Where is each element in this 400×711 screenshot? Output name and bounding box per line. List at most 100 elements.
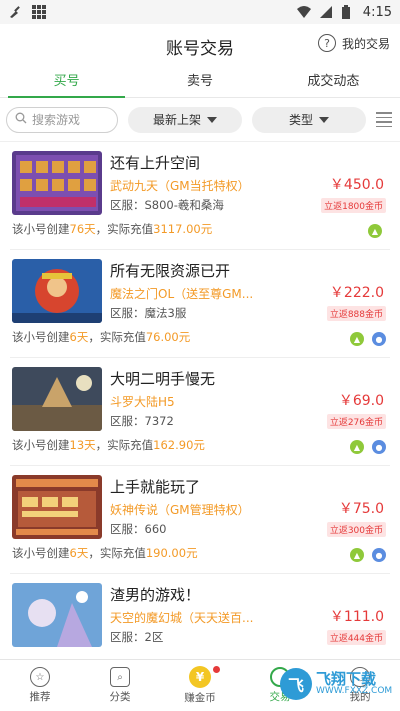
info-mid: ，实际充值 bbox=[95, 438, 154, 452]
rebate-badge: 立返300金币 bbox=[326, 522, 386, 537]
recharge-amount: 76.00元 bbox=[145, 330, 191, 344]
created-days: 6天 bbox=[69, 546, 89, 560]
game-thumbnail bbox=[12, 475, 102, 539]
listing-title: 所有无限资源已开 bbox=[110, 262, 231, 280]
price: ￥111.0 bbox=[329, 609, 384, 625]
battery-icon bbox=[341, 5, 355, 19]
star-icon: ☆ bbox=[30, 667, 50, 687]
game-thumbnail bbox=[12, 583, 102, 647]
type-dropdown[interactable]: 类型 bbox=[252, 106, 366, 133]
platform-icons: ▲ ● bbox=[350, 548, 386, 562]
nav-earn-coins[interactable]: ¥ 赚金币 bbox=[160, 660, 240, 711]
watermark-text: 飞翔下载 bbox=[316, 669, 377, 688]
signal-icon bbox=[319, 5, 333, 19]
listing-title: 渣男的游戏！ bbox=[110, 586, 201, 604]
info-prefix: 该小号创建 bbox=[12, 438, 70, 452]
tab-buy[interactable]: 买号 bbox=[0, 68, 133, 98]
platform-icons: ▲ ● bbox=[350, 332, 386, 346]
nav-recommend[interactable]: ☆ 推荐 bbox=[0, 660, 80, 711]
listing-title: 上手就能玩了 bbox=[110, 478, 201, 496]
android-icon: ▲ bbox=[350, 440, 364, 454]
game-name: 斗罗大陆H5 bbox=[110, 395, 175, 409]
nav-label: 分类 bbox=[109, 691, 131, 703]
listing-title: 大明二明手慢无 bbox=[110, 370, 216, 388]
platform-icons: ▲ bbox=[368, 224, 382, 238]
info-mid: ，实际充值 bbox=[95, 222, 154, 236]
chevron-down-icon bbox=[207, 116, 217, 123]
created-days: 76天 bbox=[69, 222, 96, 236]
watermark-logo: 飞 飞翔下载 WWW.FXXZ.COM bbox=[280, 667, 394, 701]
bottom-nav: ☆ 推荐 ⌕ 分类 ¥ 赚金币 交易 ◡ 我的 飞 飞翔下载 WWW.FXXZ.… bbox=[0, 659, 400, 711]
list-item[interactable]: 还有上升空间 武动九天（GM当托特权） 区服：S800-羲和桑海 ￥450.0 … bbox=[10, 142, 390, 250]
coin-icon: ¥ bbox=[189, 666, 211, 688]
status-bar: 4:15 bbox=[0, 0, 400, 24]
created-days: 13天 bbox=[69, 438, 96, 452]
status-time: 4:15 bbox=[362, 4, 392, 20]
game-name: 妖神传说（GM管理特权） bbox=[110, 503, 250, 517]
price: ￥450.0 bbox=[329, 177, 384, 193]
game-name: 魔法之门OL（送至尊GM... bbox=[110, 287, 254, 301]
list-item[interactable]: 上手就能玩了 妖神传说（GM管理特权） 区服：660 ￥75.0 立返300金币… bbox=[10, 466, 390, 574]
server-label: 区服：2区 bbox=[110, 630, 164, 644]
tab-deals[interactable]: 成交动态 bbox=[267, 68, 400, 97]
apple-icon: ● bbox=[372, 332, 386, 346]
server-label: 区服：660 bbox=[110, 522, 167, 536]
info-prefix: 该小号创建 bbox=[12, 222, 70, 236]
info-mid: ，实际充值 bbox=[88, 330, 146, 344]
help-icon: ? bbox=[317, 34, 336, 52]
account-list: 还有上升空间 武动九天（GM当托特权） 区服：S800-羲和桑海 ￥450.0 … bbox=[0, 142, 400, 682]
game-name: 天空的魔幻城（天天送百... bbox=[110, 611, 254, 625]
info-mid: ，实际充值 bbox=[88, 546, 146, 560]
filter-bar: 搜索游戏 最新上架 类型 bbox=[0, 98, 400, 142]
rebate-badge: 立返444金币 bbox=[326, 630, 386, 645]
grid-icon bbox=[32, 5, 46, 19]
price: ￥69.0 bbox=[338, 393, 384, 409]
account-info: 该小号创建6天，实际充值190.00元 bbox=[12, 545, 198, 561]
list-item[interactable]: 所有无限资源已开 魔法之门OL（送至尊GM... 区服：魔法3服 ￥222.0 … bbox=[10, 250, 390, 358]
apple-icon: ● bbox=[372, 440, 386, 454]
nav-label: 推荐 bbox=[29, 691, 51, 703]
account-info: 该小号创建13天，实际充值162.90元 bbox=[12, 437, 205, 453]
android-icon: ▲ bbox=[350, 332, 364, 346]
search-icon bbox=[15, 112, 27, 127]
recharge-amount: 190.00元 bbox=[145, 546, 198, 560]
my-trade-label: 我的交易 bbox=[341, 36, 390, 51]
platform-icons: ▲ ● bbox=[350, 440, 386, 454]
info-prefix: 该小号创建 bbox=[12, 330, 70, 344]
cleaner-icon bbox=[8, 5, 22, 19]
sort-dropdown[interactable]: 最新上架 bbox=[128, 106, 242, 133]
game-thumbnail bbox=[12, 259, 102, 323]
account-info: 该小号创建6天，实际充值76.00元 bbox=[12, 329, 190, 345]
server-label: 区服：7372 bbox=[110, 414, 174, 428]
android-icon: ▲ bbox=[350, 548, 364, 562]
game-thumbnail bbox=[12, 151, 102, 215]
chevron-down-icon bbox=[319, 116, 329, 123]
search-placeholder: 搜索游戏 bbox=[32, 113, 81, 127]
game-name: 武动九天（GM当托特权） bbox=[110, 179, 250, 193]
tab-sell[interactable]: 卖号 bbox=[133, 68, 266, 97]
info-prefix: 该小号创建 bbox=[12, 546, 70, 560]
category-icon: ⌕ bbox=[110, 667, 130, 687]
watermark-icon: 飞 bbox=[280, 668, 312, 700]
list-item[interactable]: 大明二明手慢无 斗罗大陆H5 区服：7372 ￥69.0 立返276金币 该小号… bbox=[10, 358, 390, 466]
wifi-icon bbox=[296, 5, 311, 19]
page-title: 账号交易 bbox=[166, 38, 234, 59]
search-input[interactable]: 搜索游戏 bbox=[6, 106, 118, 133]
nav-category[interactable]: ⌕ 分类 bbox=[80, 660, 160, 711]
android-icon: ▲ bbox=[368, 224, 382, 238]
rebate-badge: 立返276金币 bbox=[326, 414, 386, 429]
notification-dot bbox=[213, 666, 220, 673]
recharge-amount: 3117.00元 bbox=[153, 222, 213, 236]
trade-tabs: 买号 卖号 成交动态 bbox=[0, 68, 400, 98]
game-thumbnail bbox=[12, 367, 102, 431]
account-info: 该小号创建76天，实际充值3117.00元 bbox=[12, 221, 212, 237]
server-label: 区服：S800-羲和桑海 bbox=[110, 198, 224, 212]
apple-icon: ● bbox=[372, 548, 386, 562]
my-trade-button[interactable]: ? 我的交易 bbox=[317, 34, 390, 52]
recharge-amount: 162.90元 bbox=[153, 438, 205, 452]
nav-label: 赚金币 bbox=[184, 692, 216, 704]
rebate-badge: 立返888金币 bbox=[326, 306, 386, 321]
app-header: 账号交易 ? 我的交易 bbox=[0, 24, 400, 68]
list-view-icon[interactable] bbox=[376, 112, 392, 127]
server-label: 区服：魔法3服 bbox=[110, 306, 187, 320]
